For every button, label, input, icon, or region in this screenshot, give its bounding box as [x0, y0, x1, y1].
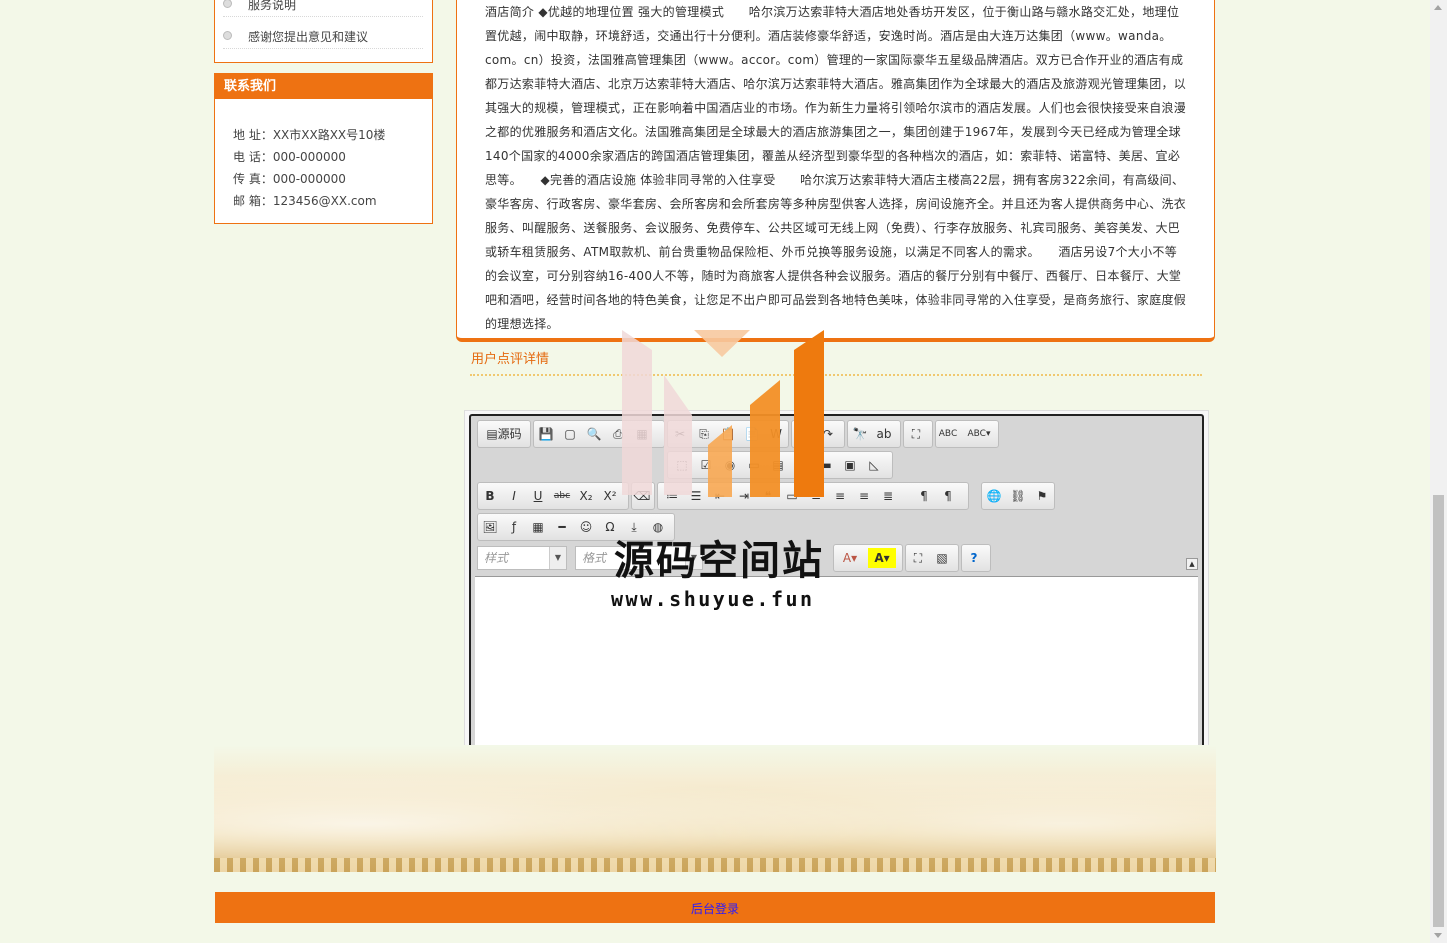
underline-icon[interactable]: U — [528, 486, 548, 506]
help-icon[interactable]: ? — [964, 548, 984, 568]
sidebar-item-feedback[interactable]: 感谢您提出意见和建议 — [223, 24, 423, 49]
new-page-icon[interactable]: ▢ — [560, 424, 580, 444]
style-dropdown-value: 样式 — [484, 551, 509, 565]
image-icon[interactable]: 🖼 — [480, 517, 500, 537]
anchor-icon[interactable]: ⚑ — [1032, 486, 1052, 506]
sidebar-item-label: 服务说明 — [248, 0, 297, 12]
watermark-url: www.shuyue.fun — [611, 587, 815, 611]
show-blocks-icon[interactable]: ▧ — [932, 548, 952, 568]
smiley-icon[interactable]: ☺ — [576, 517, 596, 537]
bullet-icon — [223, 31, 232, 40]
scroll-up-icon[interactable] — [1434, 5, 1442, 10]
admin-login-link[interactable]: 后台登录 — [215, 900, 1215, 917]
unlink-icon[interactable]: ⛓ — [1008, 486, 1028, 506]
page-scrollbar[interactable] — [1430, 0, 1447, 943]
contact-fax: 传 真：000-000000 — [233, 172, 346, 186]
review-section-title: 用户点评详情 — [471, 352, 550, 367]
contact-email: 邮 箱：123456@XX.com — [233, 194, 377, 208]
horizontal-rule-icon[interactable]: ━ — [552, 517, 572, 537]
chevron-down-icon: ▼ — [549, 547, 566, 569]
collapse-toolbar-icon[interactable]: ▲ — [1186, 558, 1198, 570]
source-button[interactable]: ▤源码 — [481, 424, 527, 444]
contact-phone: 电 话：000-000000 — [233, 150, 346, 164]
hotel-intro-panel: 酒店简介 ◆优越的地理位置 强大的管理模式 哈尔滨万达索菲特大酒店地处香坊开发区… — [456, 0, 1215, 342]
italic-icon[interactable]: I — [504, 486, 524, 506]
scroll-down-icon[interactable] — [1434, 933, 1442, 938]
spellcheck-dropdown-icon[interactable]: ABC▾ — [964, 424, 994, 444]
rtl-icon[interactable]: ¶ — [938, 486, 958, 506]
contact-title: 联系我们 — [215, 74, 432, 99]
maximize-icon[interactable]: ⛶ — [908, 548, 928, 568]
replace-icon[interactable]: ab — [874, 424, 894, 444]
bold-icon[interactable]: B — [480, 486, 500, 506]
align-justify-icon[interactable]: ≣ — [878, 486, 898, 506]
strike-icon[interactable]: abc — [552, 486, 572, 506]
scrollbar-thumb[interactable] — [1433, 495, 1444, 927]
sidebar-service-list: 服务说明 感谢您提出意见和建议 — [214, 0, 433, 63]
style-dropdown[interactable]: 样式 ▼ — [477, 546, 567, 570]
save-icon[interactable]: 💾 — [536, 424, 556, 444]
select-all-icon[interactable]: ⛶ — [906, 424, 926, 444]
footer-decoration — [214, 745, 1216, 872]
sidebar-item-label: 感谢您提出意见和建议 — [248, 30, 369, 44]
watermark-title: 源码空间站 — [614, 538, 824, 584]
subscript-icon[interactable]: X₂ — [576, 486, 596, 506]
hotel-intro-text: 酒店简介 ◆优越的地理位置 强大的管理模式 哈尔滨万达索菲特大酒店地处香坊开发区… — [485, 5, 1187, 331]
bullet-icon — [223, 0, 232, 8]
contact-address: 地 址：XX市XX路XX号10楼 — [233, 128, 386, 142]
flash-icon[interactable]: ƒ — [504, 517, 524, 537]
footer-bar: 后台登录 — [215, 892, 1215, 923]
hidden-field-icon[interactable]: ◺ — [864, 455, 884, 475]
ltr-icon[interactable]: ¶ — [914, 486, 934, 506]
table-icon[interactable]: ▦ — [528, 517, 548, 537]
contact-panel: 联系我们 地 址：XX市XX路XX号10楼 电 话：000-000000 传 真… — [214, 73, 433, 224]
bg-color-icon[interactable]: A▾ — [868, 548, 896, 568]
sidebar-item-service[interactable]: 服务说明 — [223, 0, 423, 17]
spellcheck-icon[interactable]: ABC — [938, 424, 958, 444]
link-icon[interactable]: 🌐 — [984, 486, 1004, 506]
